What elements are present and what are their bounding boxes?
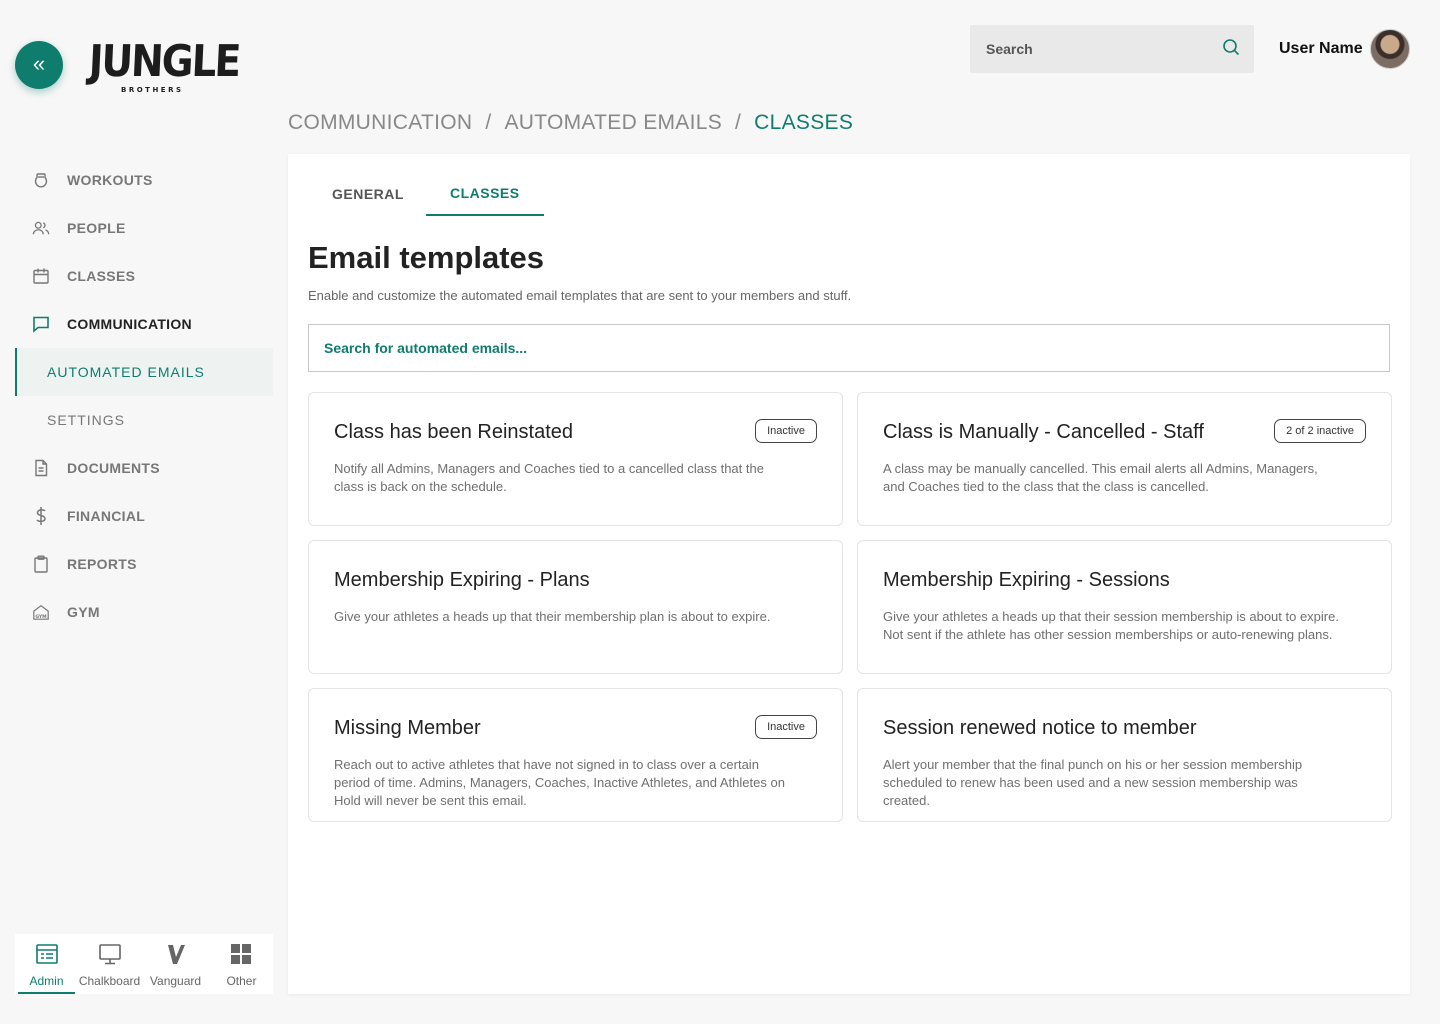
calendar-icon xyxy=(32,267,50,285)
collapse-sidebar-button[interactable]: « xyxy=(15,41,63,89)
card-description: A class may be manually cancelled. This … xyxy=(883,461,1318,494)
search-icon[interactable] xyxy=(1222,38,1240,61)
page-title: Email templates xyxy=(308,240,545,275)
sidebar-subitem-automated-emails[interactable]: AUTOMATED EMAILS xyxy=(15,348,273,396)
page-subtitle: Enable and customize the automated email… xyxy=(308,288,852,303)
breadcrumb: COMMUNICATION / AUTOMATED EMAILS / CLASSES xyxy=(288,110,853,136)
logo-wordmark: JUNGLE xyxy=(87,36,241,88)
email-template-card[interactable]: Membership Expiring - Sessions Give your… xyxy=(857,540,1392,674)
card-description: Give your athletes a heads up that their… xyxy=(883,609,1339,642)
card-description: Notify all Admins, Managers and Coaches … xyxy=(334,461,764,494)
gym-icon: GYM xyxy=(32,603,50,621)
status-badge: 2 of 2 inactive xyxy=(1274,419,1366,443)
card-description: Give your athletes a heads up that their… xyxy=(334,609,771,624)
global-search-input[interactable]: Search xyxy=(970,25,1254,73)
dollar-icon xyxy=(32,507,50,525)
sidebar-subitem-settings[interactable]: SETTINGS xyxy=(15,396,273,444)
sidebar-item-label: CLASSES xyxy=(67,268,136,284)
app-admin[interactable]: Admin xyxy=(15,934,78,994)
sidebar-item-label: REPORTS xyxy=(67,556,137,572)
app-label: Other xyxy=(226,974,257,988)
chat-icon xyxy=(32,315,50,333)
admin-icon xyxy=(35,943,59,970)
email-template-card[interactable]: Missing Member Inactive Reach out to act… xyxy=(308,688,843,822)
avatar[interactable] xyxy=(1370,29,1410,69)
card-title: Membership Expiring - Plans xyxy=(334,569,590,591)
sidebar-item-label: PEOPLE xyxy=(67,220,126,236)
grid-icon xyxy=(229,943,253,970)
clipboard-icon xyxy=(32,555,50,573)
email-template-card[interactable]: Class is Manually - Cancelled - Staff 2 … xyxy=(857,392,1392,526)
tab-bar: GENERAL CLASSES xyxy=(310,172,544,216)
app-label: Admin xyxy=(29,974,64,988)
sidebar-item-label: DOCUMENTS xyxy=(67,460,160,476)
card-title: Class is Manually - Cancelled - Staff xyxy=(883,421,1204,443)
vanguard-icon xyxy=(164,943,188,970)
app-chalkboard[interactable]: Chalkboard xyxy=(78,934,141,994)
app-label: Chalkboard xyxy=(78,974,141,988)
sidebar-item-documents[interactable]: DOCUMENTS xyxy=(15,444,273,492)
email-search-input[interactable] xyxy=(324,340,1389,356)
app-switcher: Admin Chalkboard Vanguard Other xyxy=(15,934,273,994)
svg-text:GYM: GYM xyxy=(35,614,47,620)
breadcrumb-automated-emails[interactable]: AUTOMATED EMAILS xyxy=(504,111,722,134)
card-title: Session renewed notice to member xyxy=(883,717,1197,739)
logo-subtitle: BROTHERS xyxy=(121,86,184,94)
card-title: Membership Expiring - Sessions xyxy=(883,569,1170,591)
sidebar-item-workouts[interactable]: WORKOUTS xyxy=(15,156,273,204)
tab-general[interactable]: GENERAL xyxy=(310,172,426,216)
sidebar-item-label: GYM xyxy=(67,604,100,620)
status-badge: Inactive xyxy=(755,715,817,739)
global-search-placeholder: Search xyxy=(986,41,1033,57)
app-other[interactable]: Other xyxy=(210,934,273,994)
app-label: Vanguard xyxy=(149,974,202,988)
email-template-card[interactable]: Class has been Reinstated Inactive Notif… xyxy=(308,392,843,526)
email-search-field[interactable] xyxy=(308,324,1390,372)
tab-classes[interactable]: CLASSES xyxy=(425,172,544,216)
email-template-card[interactable]: Session renewed notice to member Alert y… xyxy=(857,688,1392,822)
card-description: Reach out to active athletes that have n… xyxy=(334,757,785,808)
sidebar-item-label: WORKOUTS xyxy=(67,172,153,188)
sidebar-item-financial[interactable]: FINANCIAL xyxy=(15,492,273,540)
breadcrumb-separator: / xyxy=(735,111,742,134)
card-title: Missing Member xyxy=(334,717,481,739)
status-badge: Inactive xyxy=(755,419,817,443)
breadcrumb-classes: CLASSES xyxy=(754,111,854,134)
sidebar-item-label: COMMUNICATION xyxy=(67,316,192,332)
logo: JUNGLE BROTHERS xyxy=(87,36,241,96)
chalkboard-icon xyxy=(98,943,122,970)
sidebar-item-reports[interactable]: REPORTS xyxy=(15,540,273,588)
card-description: Alert your member that the final punch o… xyxy=(883,757,1303,808)
document-icon xyxy=(32,459,50,477)
main-panel: GENERAL CLASSES Email templates Enable a… xyxy=(288,154,1410,994)
sidebar-item-label: FINANCIAL xyxy=(67,508,146,524)
card-title: Class has been Reinstated xyxy=(334,421,574,443)
sidebar-item-classes[interactable]: CLASSES xyxy=(15,252,273,300)
kettlebell-icon xyxy=(32,171,50,189)
sidebar-item-communication[interactable]: COMMUNICATION xyxy=(15,300,273,348)
app-vanguard[interactable]: Vanguard xyxy=(141,934,210,994)
breadcrumb-separator: / xyxy=(485,111,492,134)
sidebar-nav: WORKOUTS PEOPLE CLASSES COMMUNICATION AU… xyxy=(15,156,273,636)
email-template-card[interactable]: Membership Expiring - Plans Give your at… xyxy=(308,540,843,674)
user-name[interactable]: User Name xyxy=(1279,38,1363,60)
sidebar-item-people[interactable]: PEOPLE xyxy=(15,204,273,252)
sidebar-item-gym[interactable]: GYM GYM xyxy=(15,588,273,636)
people-icon xyxy=(32,219,50,237)
breadcrumb-communication[interactable]: COMMUNICATION xyxy=(288,111,472,134)
